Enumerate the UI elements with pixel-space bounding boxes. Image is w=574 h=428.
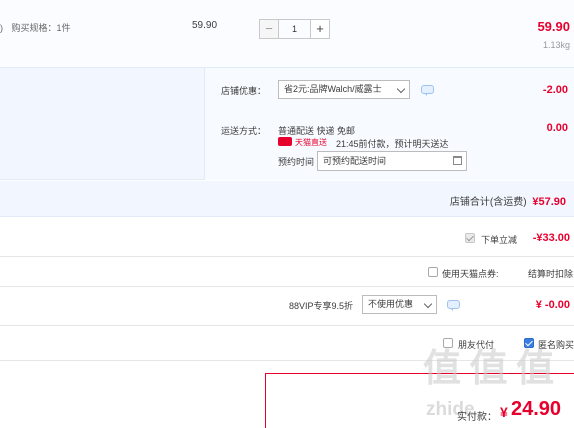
vip-discount-value: ¥ -0.00 [535, 299, 570, 311]
unit-price: 59.90 [192, 20, 218, 31]
divider [0, 256, 574, 257]
item-spec: ) 购买规格：1件 [0, 21, 71, 34]
delivery-note: 21:45前付款，预计明天送达 [336, 139, 449, 149]
order-reduce-value: -¥33.00 [532, 232, 570, 244]
calendar-icon [453, 156, 462, 165]
watermark-logo: 值 值 值 [423, 348, 554, 390]
tmall-logo-icon [278, 137, 292, 146]
tmall-express-label: 天猫直送 [295, 138, 327, 147]
schedule-label: 预约时间 [278, 157, 315, 167]
shop-promo-selected: 省2元:品牌Walch/威露士 [284, 84, 382, 94]
quantity-stepper[interactable]: − 1 + [259, 19, 330, 39]
vip-discount-selected: 不使用优惠 [368, 299, 414, 309]
chevron-down-icon [423, 299, 433, 309]
divider [0, 325, 574, 326]
order-reduce-label: 下单立减 [481, 235, 518, 245]
increase-quantity-button[interactable]: + [310, 19, 330, 39]
tmall-points-checkbox[interactable] [428, 267, 438, 277]
schedule-date-value: 可预约配送时间 [323, 156, 387, 166]
payment-label: 实付款： [457, 412, 497, 423]
item-subtotal: 59.90 [537, 19, 570, 34]
shipping-method: 普通配送 快递 免邮 [278, 126, 356, 136]
shop-total: 店铺合计(含运费) ¥57.90 [450, 193, 566, 208]
vip-discount-select[interactable]: 不使用优惠 [362, 295, 437, 314]
payment-amount: 24.90 [511, 398, 562, 420]
item-weight: 1.13kg [542, 40, 570, 50]
shop-promo-select[interactable]: 省2元:品牌Walch/威露士 [278, 80, 410, 99]
spec-value: 1件 [56, 23, 71, 33]
tmall-points-label: 使用天猫点券: [442, 269, 499, 279]
shop-promo-label: 店铺优惠： [221, 86, 267, 96]
decrease-quantity-button[interactable]: − [259, 19, 279, 39]
spec-prefix: ) [0, 23, 3, 33]
shop-total-value: ¥57.90 [532, 196, 566, 208]
shop-promo-discount: -2.00 [542, 84, 568, 96]
payment-currency: ¥ [500, 404, 508, 420]
chevron-down-icon [396, 84, 406, 94]
divider [0, 286, 574, 287]
spec-label: 购买规格： [11, 23, 57, 33]
quantity-input[interactable]: 1 [279, 19, 310, 39]
settle-deduct-label: 结算时扣除 [528, 269, 574, 279]
order-reduce-checkbox[interactable] [465, 233, 475, 243]
shipping-label: 运送方式： [221, 126, 267, 136]
chat-icon[interactable] [447, 300, 460, 311]
shop-total-label: 店铺合计(含运费) [449, 197, 527, 208]
shipping-fee: 0.00 [546, 122, 568, 134]
chat-icon[interactable] [421, 85, 434, 96]
schedule-date-input[interactable]: 可预约配送时间 [317, 151, 467, 171]
vip-discount-label: 88VIP专享9.5折 [289, 301, 354, 311]
